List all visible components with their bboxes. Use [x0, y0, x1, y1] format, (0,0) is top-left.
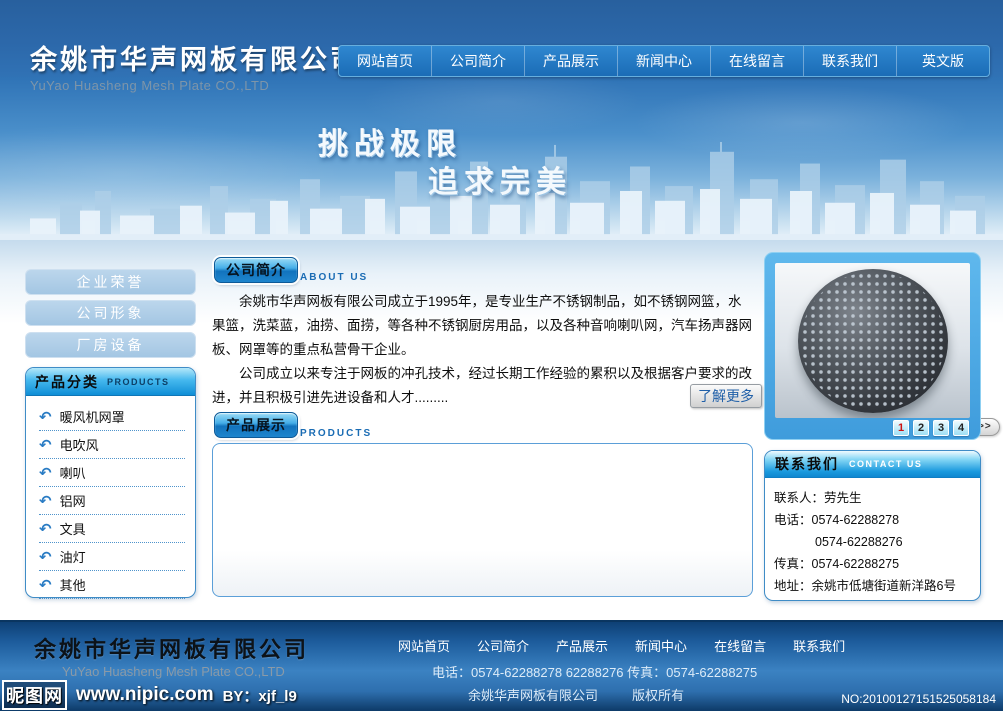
contact-address: 地址：余姚市低塘街道新洋路6号 — [774, 575, 972, 597]
footer-nav-about[interactable]: 公司简介 — [477, 636, 529, 655]
product-category-title: 产品分类 — [35, 372, 99, 392]
nav-item-english[interactable]: 英文版 — [896, 46, 989, 76]
footer-phone-line: 电话：0574-62288278 62288276 传真：0574-622882… — [432, 662, 757, 681]
product-image-frame — [775, 263, 970, 418]
nav-item-about[interactable]: 公司简介 — [431, 46, 524, 76]
header: 余姚市华声网板有限公司 YuYao Huasheng Mesh Plate CO… — [0, 0, 1003, 77]
contact-panel: 联系我们 CONTACT US 联系人：劳先生 电话：0574-62288278… — [764, 450, 981, 601]
contact-subtitle: CONTACT US — [849, 459, 922, 469]
gallery-pagination: 1 2 3 4 — [893, 420, 969, 436]
curved-arrow-icon: ↶ — [39, 576, 52, 594]
contact-fax: 传真：0574-62288275 — [774, 553, 972, 575]
intro-paragraph-2: 公司成立以来专注于网板的冲孔技术，经过长期工作经验的累积以及根据客户要求的改进，… — [212, 362, 755, 410]
contact-header: 联系我们 CONTACT US — [765, 451, 980, 478]
contact-phone-1: 电话：0574-62288278 — [774, 509, 972, 531]
footer-nav-guestbook[interactable]: 在线留言 — [714, 636, 766, 655]
category-label: 其他 — [60, 575, 86, 594]
footer-copyright-company: 余姚华声网板有限公司 — [468, 685, 598, 704]
category-label: 喇叭 — [60, 463, 86, 482]
products-subtitle: PRODUCTS — [300, 428, 372, 439]
footer-nav: 网站首页 公司简介 产品展示 新闻中心 在线留言 联系我们 — [398, 636, 845, 655]
footer-nav-home[interactable]: 网站首页 — [398, 636, 450, 655]
nav-item-products[interactable]: 产品展示 — [524, 46, 617, 76]
nipic-watermark: 昵图网 www.nipic.com BY：xjf_l9 — [2, 680, 297, 710]
banner-slogan-2: 追求完美 — [428, 157, 572, 201]
contact-info: 联系人：劳先生 电话：0574-62288278 0574-62288276 传… — [765, 478, 980, 597]
curved-arrow-icon: ↶ — [39, 548, 52, 566]
main-nav: 网站首页 公司简介 产品展示 新闻中心 在线留言 联系我们 英文版 — [338, 45, 990, 77]
category-label: 铝网 — [60, 491, 86, 510]
learn-more-button[interactable]: 了解更多 — [690, 384, 762, 408]
nipic-url: www.nipic.com — [76, 684, 214, 706]
footer-copyright: 余姚华声网板有限公司 版权所有 — [468, 685, 684, 704]
about-subtitle: ABOUT US — [300, 272, 368, 283]
company-intro: 余姚市华声网板有限公司成立于1995年，是专业生产不锈钢制品，如不锈钢网篮，水果… — [212, 290, 755, 410]
category-label: 暖风机网罩 — [60, 407, 125, 426]
content-area: 企业荣誉 公司形象 厂房设备 产品分类 PRODUCTS ↶ 暖风机网罩 ↶ 电吹风… — [0, 240, 1003, 620]
nav-item-guestbook[interactable]: 在线留言 — [710, 46, 803, 76]
category-item-stationery[interactable]: ↶ 文具 — [39, 515, 185, 543]
banner: 挑战极限 追求完美 — [0, 77, 1003, 240]
footer-nav-products[interactable]: 产品展示 — [556, 636, 608, 655]
gallery-page-1[interactable]: 1 — [893, 420, 909, 436]
sidebar-button-honors[interactable]: 企业荣誉 — [25, 269, 196, 295]
products-display-box — [212, 443, 753, 597]
product-category-panel: 产品分类 PRODUCTS ↶ 暖风机网罩 ↶ 电吹风 ↶ 喇叭 ↶ 铝网 ↶ 文具 ↶ 油… — [25, 367, 196, 598]
curved-arrow-icon: ↶ — [39, 520, 52, 538]
nipic-author: BY：xjf_l9 — [223, 685, 297, 706]
company-name: 余姚市华声网板有限公司 — [30, 38, 360, 77]
gallery-page-3[interactable]: 3 — [933, 420, 949, 436]
mesh-dome-product-image[interactable] — [798, 269, 948, 413]
category-item-heater-mesh[interactable]: ↶ 暖风机网罩 — [39, 403, 185, 431]
intro-paragraph-1: 余姚市华声网板有限公司成立于1995年，是专业生产不锈钢制品，如不锈钢网篮，水果… — [212, 290, 755, 362]
curved-arrow-icon: ↶ — [39, 408, 52, 426]
gallery-page-2[interactable]: 2 — [913, 420, 929, 436]
category-label: 文具 — [60, 519, 86, 538]
contact-person: 联系人：劳先生 — [774, 487, 972, 509]
sidebar-button-facilities[interactable]: 厂房设备 — [25, 332, 196, 358]
footer-copyright-text: 版权所有 — [632, 685, 684, 704]
page: 余姚市华声网板有限公司 YuYao Huasheng Mesh Plate CO… — [0, 0, 1003, 711]
company-name-en: YuYao Huasheng Mesh Plate CO.,LTD — [30, 78, 360, 93]
nipic-logo: 昵图网 — [2, 680, 67, 710]
gallery-page-4[interactable]: 4 — [953, 420, 969, 436]
logo: 余姚市华声网板有限公司 YuYao Huasheng Mesh Plate CO… — [30, 38, 360, 93]
products-tab[interactable]: 产品展示 — [214, 412, 298, 438]
curved-arrow-icon: ↶ — [39, 464, 52, 482]
category-item-speaker[interactable]: ↶ 喇叭 — [39, 459, 185, 487]
nav-item-contact[interactable]: 联系我们 — [803, 46, 896, 76]
nav-item-home[interactable]: 网站首页 — [339, 46, 431, 76]
footer-nav-contact[interactable]: 联系我们 — [793, 636, 845, 655]
curved-arrow-icon: ↶ — [39, 436, 52, 454]
contact-title: 联系我们 — [775, 454, 839, 474]
sidebar-button-image[interactable]: 公司形象 — [25, 300, 196, 326]
category-item-aluminum-mesh[interactable]: ↶ 铝网 — [39, 487, 185, 515]
footer: 余姚市华声网板有限公司 YuYao Huasheng Mesh Plate CO… — [0, 620, 1003, 711]
category-label: 电吹风 — [60, 435, 99, 454]
product-category-header: 产品分类 PRODUCTS — [26, 368, 195, 396]
category-item-oil-lamp[interactable]: ↶ 油灯 — [39, 543, 185, 571]
footer-serial-number: NO:20100127151525058184 — [841, 692, 996, 706]
footer-company-name-en: YuYao Huasheng Mesh Plate CO.,LTD — [62, 664, 285, 679]
contact-phone-2: 0574-62288276 — [774, 531, 972, 553]
category-list: ↶ 暖风机网罩 ↶ 电吹风 ↶ 喇叭 ↶ 铝网 ↶ 文具 ↶ 油灯 ↶ 其他 — [26, 396, 195, 599]
footer-company-name: 余姚市华声网板有限公司 — [34, 632, 309, 664]
category-label: 油灯 — [60, 547, 86, 566]
nav-item-news[interactable]: 新闻中心 — [617, 46, 710, 76]
curved-arrow-icon: ↶ — [39, 492, 52, 510]
about-tab[interactable]: 公司简介 — [214, 257, 298, 283]
footer-nav-news[interactable]: 新闻中心 — [635, 636, 687, 655]
product-gallery: 1 2 3 4 — [764, 252, 981, 440]
category-item-other[interactable]: ↶ 其他 — [39, 571, 185, 599]
product-category-subtitle: PRODUCTS — [107, 377, 170, 387]
category-item-hairdryer[interactable]: ↶ 电吹风 — [39, 431, 185, 459]
